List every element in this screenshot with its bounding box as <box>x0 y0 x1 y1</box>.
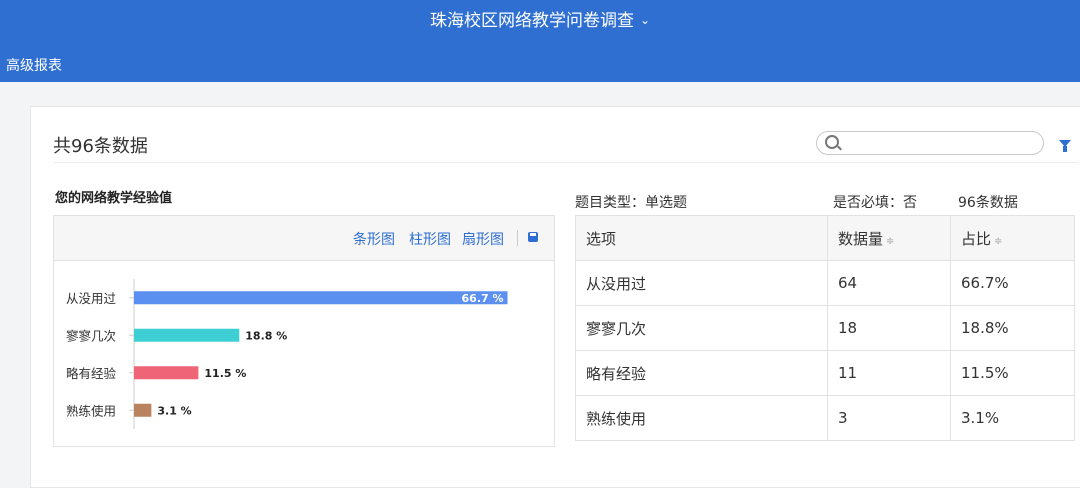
bar <box>134 366 199 380</box>
filter-icon[interactable] <box>1059 140 1071 152</box>
category-label: 寥寥几次 <box>66 328 116 343</box>
category-label: 熟练使用 <box>66 403 116 418</box>
col-ratio[interactable]: 占比 ≑ <box>950 215 1075 261</box>
cell-ratio: 3.1% <box>950 395 1075 441</box>
table-row: 寥寥几次 18 18.8% <box>575 305 1075 351</box>
search-input[interactable] <box>845 134 1029 152</box>
chart-toolbar: 条形图 柱形图 扇形图 <box>54 216 554 261</box>
cell-option: 寥寥几次 <box>575 305 828 351</box>
table-row: 熟练使用 3 3.1% <box>575 395 1075 441</box>
cell-option: 熟练使用 <box>575 395 828 441</box>
category-label: 略有经验 <box>66 366 117 381</box>
save-icon[interactable] <box>528 232 538 242</box>
table-row: 从没用过 64 66.7% <box>575 260 1075 306</box>
bar <box>134 291 508 305</box>
data-label: 11.5 % <box>204 367 246 380</box>
category-label: 从没用过 <box>66 291 117 306</box>
search-icon <box>825 135 839 149</box>
divider <box>53 162 1078 163</box>
col-option: 选项 <box>575 215 828 261</box>
bar-chart: 从没用过 66.7 % 寥寥几次 18.8 % 略有经验 11.5 % 熟练使用 3.1 % <box>66 279 508 429</box>
sort-icon: ≑ <box>994 235 1003 247</box>
toolbar-separator <box>517 230 518 246</box>
subnav-advanced-report[interactable]: 高级报表 <box>6 55 62 75</box>
app-header: 珠海校区网络教学问卷调查 ⌄ 高级报表 <box>0 0 1080 82</box>
question-count: 96条数据 <box>958 195 1018 211</box>
data-label: 3.1 % <box>157 404 191 417</box>
data-label: 18.8 % <box>245 329 287 342</box>
col-ratio-label: 占比 <box>961 229 992 248</box>
survey-title-dropdown[interactable]: 珠海校区网络教学问卷调查 ⌄ <box>0 6 1080 31</box>
cell-option: 从没用过 <box>575 260 828 306</box>
cell-count: 3 <box>827 395 951 441</box>
cell-count: 18 <box>827 305 951 351</box>
bar-chart-button[interactable]: 条形图 <box>353 229 395 249</box>
total-count: 共96条数据 <box>53 136 148 157</box>
col-count-label: 数据量 <box>838 229 884 248</box>
cell-ratio: 11.5% <box>950 350 1075 396</box>
cell-ratio: 66.7% <box>950 260 1075 306</box>
sort-icon: ≑ <box>886 235 895 247</box>
col-count[interactable]: 数据量 ≑ <box>827 215 951 261</box>
report-card: 共96条数据 您的网络教学经验值 条形图 柱形图 扇形图 从没用过 66.7 % 寥… <box>30 106 1080 488</box>
pie-chart-button[interactable]: 扇形图 <box>462 229 504 249</box>
stats-table: 选项 数据量 ≑ 占比 ≑ 从没用过 64 66.7% 寥寥几次 18 18.8% … <box>575 215 1075 441</box>
search-box[interactable] <box>816 131 1044 155</box>
question-type: 题目类型：单选题 <box>575 195 687 211</box>
chart-panel: 条形图 柱形图 扇形图 从没用过 66.7 % 寥寥几次 18.8 % 略有经验 11.5… <box>53 215 555 447</box>
question-required: 是否必填：否 <box>833 195 917 211</box>
cell-count: 11 <box>827 350 951 396</box>
cell-option: 略有经验 <box>575 350 828 396</box>
table-row: 略有经验 11 11.5% <box>575 350 1075 396</box>
bar <box>134 403 152 417</box>
survey-title: 珠海校区网络教学问卷调查 <box>429 11 634 31</box>
chevron-down-icon: ⌄ <box>639 13 651 27</box>
cell-count: 64 <box>827 260 951 306</box>
column-chart-button[interactable]: 柱形图 <box>409 229 451 249</box>
cell-ratio: 18.8% <box>950 305 1075 351</box>
table-header-row: 选项 数据量 ≑ 占比 ≑ <box>575 215 1075 261</box>
data-label: 66.7 % <box>462 292 504 305</box>
question-title: 您的网络教学经验值 <box>55 191 173 206</box>
bar <box>134 328 240 342</box>
